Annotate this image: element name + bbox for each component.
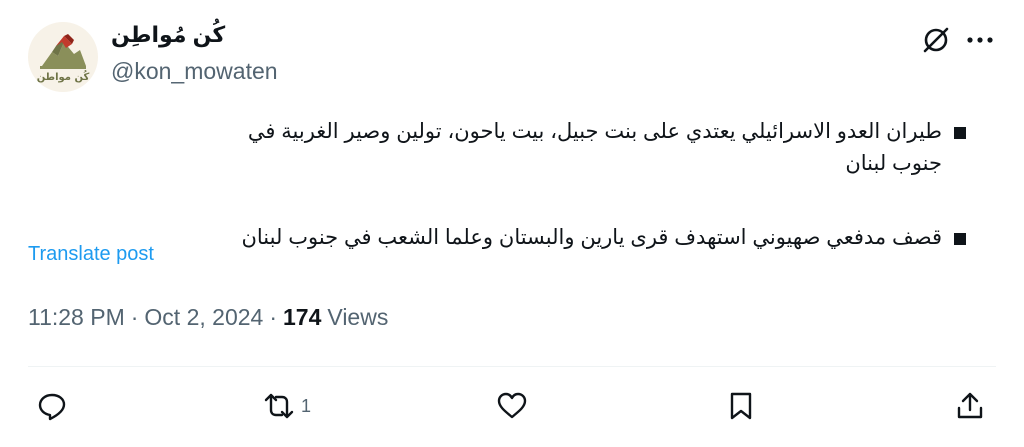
- bookmark-icon: [730, 392, 752, 420]
- share-icon: [957, 392, 983, 419]
- retweet-icon: [264, 393, 294, 419]
- account-handle[interactable]: @kon_mowaten: [111, 58, 278, 85]
- translate-post-link[interactable]: Translate post: [28, 243, 154, 266]
- views-label: Views: [327, 304, 389, 330]
- like-button[interactable]: [496, 388, 528, 424]
- post-line-text: طيران العدو الاسرائيلي يعتدي على بنت جبي…: [247, 120, 942, 175]
- reply-icon: [38, 393, 66, 421]
- post-line: قصف مدفعي صهيوني استهدف قرى يارين والبست…: [206, 222, 966, 254]
- bullet-icon: [954, 127, 966, 139]
- meta-separator: ·: [130, 304, 139, 330]
- avatar[interactable]: كُن مواطن: [28, 22, 98, 92]
- retweet-count: 1: [301, 395, 312, 416]
- views-count: 174: [283, 304, 322, 330]
- share-button[interactable]: [954, 388, 986, 424]
- post-body: طيران العدو الاسرائيلي يعتدي على بنت جبي…: [206, 116, 966, 254]
- heart-icon: [497, 392, 527, 419]
- kon-mowaten-logo: كُن مواطن: [37, 34, 90, 83]
- retweet-button[interactable]: 1: [263, 388, 311, 424]
- more-icon[interactable]: [962, 24, 998, 56]
- post-line-text: قصف مدفعي صهيوني استهدف قرى يارين والبست…: [241, 226, 942, 249]
- bullet-icon: [954, 233, 966, 245]
- display-name[interactable]: كُن مُواطِن: [111, 22, 225, 48]
- post-line: طيران العدو الاسرائيلي يعتدي على بنت جبي…: [206, 116, 966, 180]
- divider: [28, 366, 996, 367]
- post-date[interactable]: Oct 2, 2024: [144, 304, 263, 331]
- post-meta: 11:28 PM · Oct 2, 2024 · 174 Views: [28, 304, 388, 331]
- post-time[interactable]: 11:28 PM: [28, 304, 125, 331]
- grok-icon[interactable]: [920, 24, 952, 56]
- reply-button[interactable]: [36, 388, 68, 424]
- meta-separator: ·: [269, 304, 278, 330]
- svg-text:كُن مواطن: كُن مواطن: [37, 69, 90, 83]
- bookmark-button[interactable]: [725, 388, 757, 424]
